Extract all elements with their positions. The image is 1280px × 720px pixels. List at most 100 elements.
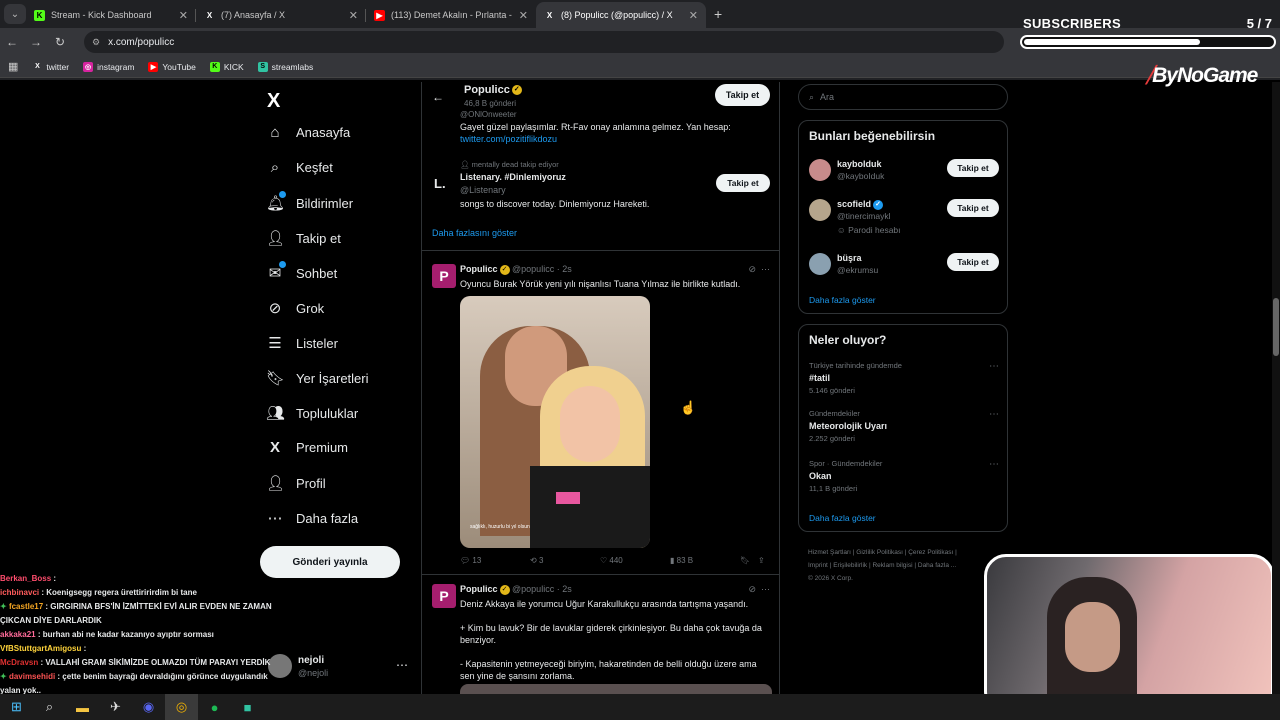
views-icon: ▮ xyxy=(670,556,675,565)
tweet-header: Populicc ✓ @populicc · 2s xyxy=(460,584,572,595)
bio-link[interactable]: twitter.com/pozitiflikdozu xyxy=(460,134,557,144)
close-icon[interactable]: ✕ xyxy=(689,9,698,22)
tab-kick-dashboard[interactable]: K Stream - Kick Dashboard ✕ xyxy=(26,2,196,28)
discord-icon[interactable]: ◉ xyxy=(132,694,165,720)
trend-item[interactable]: Gündemdekiler Meteorolojik Uyarı 2.252 g… xyxy=(809,409,999,443)
footer-link[interactable]: Hizmet Şartları xyxy=(808,549,851,556)
tab-search-icon[interactable]: ⌄ xyxy=(4,4,26,24)
trend-item[interactable]: Türkiye tarihinde gündemde #tatil 5.146 … xyxy=(809,361,999,395)
trend-context: Türkiye tarihinde gündemde xyxy=(809,361,902,370)
communities-icon: 👥︎ xyxy=(266,405,286,422)
new-tab-icon[interactable]: + xyxy=(714,6,722,22)
more-icon[interactable]: ⋯ xyxy=(989,361,999,372)
close-icon[interactable]: ✕ xyxy=(349,9,358,22)
reply-button[interactable]: 💬︎ 13 xyxy=(460,556,530,565)
more-icon[interactable]: ⋯ xyxy=(761,584,770,594)
suggestion-row[interactable]: büşra @ekrumsu Takip et xyxy=(809,253,999,283)
tweet[interactable]: P Populicc ✓ @populicc · 2s ⊘ ⋯ Deniz Akk… xyxy=(422,580,779,694)
author-name[interactable]: Populicc xyxy=(460,584,498,594)
tab-youtube[interactable]: ▶ (113) Demet Akalın - Pırlanta - ✕ xyxy=(366,2,536,28)
close-icon[interactable]: ✕ xyxy=(519,9,528,22)
nav-more[interactable]: ⋯ Daha fazla xyxy=(266,509,359,527)
file-explorer-icon[interactable]: ▬ xyxy=(66,694,99,720)
tweet-menu: ⊘ ⋯ xyxy=(748,264,770,275)
more-icon[interactable]: ⋯ xyxy=(761,264,770,274)
app-icon[interactable]: ✈ xyxy=(99,694,132,720)
bookmark-kick[interactable]: K KICK xyxy=(209,61,244,72)
populicc-avatar[interactable]: P xyxy=(432,584,456,608)
grok-icon[interactable]: ⊘ xyxy=(748,264,756,274)
nav-home[interactable]: ⌂ Anasayfa xyxy=(266,124,350,141)
nav-premium[interactable]: X Premium xyxy=(266,439,348,456)
bookmark-icon[interactable]: 🔖︎ xyxy=(740,556,758,565)
author-name[interactable]: Populicc xyxy=(460,264,498,274)
chrome-icon[interactable]: ◎ xyxy=(165,694,198,720)
forward-icon[interactable]: → xyxy=(24,35,48,49)
spotify-icon[interactable]: ● xyxy=(198,694,231,720)
tab-populicc[interactable]: X (8) Populicc (@populicc) / X ✕ xyxy=(536,2,706,28)
follow-button[interactable]: Takip et xyxy=(715,84,770,106)
show-more-link[interactable]: Daha fazla göster xyxy=(809,295,876,305)
back-arrow-icon[interactable]: ← xyxy=(432,90,444,104)
tab-x-home[interactable]: X (7) Anasayfa / X ✕ xyxy=(196,2,366,28)
footer-link[interactable]: Erişilebilirlik xyxy=(833,562,867,569)
streamlabs-icon[interactable]: ■ xyxy=(231,694,264,720)
suggestion-row[interactable]: scofield ✓ @tinercimaykl ☺ Parodi hesabı … xyxy=(809,199,999,239)
listenary-avatar[interactable]: L. xyxy=(434,176,454,196)
retweet-button[interactable]: ⟲ 3 xyxy=(530,556,600,565)
tweet-media-preview[interactable] xyxy=(460,684,772,694)
nav-communities[interactable]: 👥︎ Topluluklar xyxy=(266,404,358,422)
suggestion-row[interactable]: kaybolduk @kayboIduk Takip et xyxy=(809,159,999,189)
search-input[interactable]: ⌕ Ara xyxy=(798,84,1008,110)
nav-grok[interactable]: ⊘ Grok xyxy=(266,299,324,317)
suggestion-name[interactable]: Listenary. #Dinlemiyoruz xyxy=(460,172,566,182)
nav-follow[interactable]: 👤︎ Takip et xyxy=(266,229,341,247)
apps-icon[interactable]: ▦ xyxy=(8,60,18,73)
nav-notifications[interactable]: 🔔︎ Bildirimler xyxy=(266,191,353,212)
x-logo-icon[interactable]: X xyxy=(267,90,280,113)
more-icon[interactable]: ⋯ xyxy=(396,658,408,672)
footer-link[interactable]: Imprint xyxy=(808,562,828,569)
bookmark-streamlabs[interactable]: Sstreamlabs xyxy=(257,61,313,72)
bookmark-twitter[interactable]: Xtwitter xyxy=(32,62,69,72)
footer-link[interactable]: Gizlilik Politikası xyxy=(856,549,903,556)
account-switcher[interactable]: nejoli @nejoli ⋯ xyxy=(268,652,418,682)
footer-link[interactable]: Reklam bilgisi xyxy=(872,562,912,569)
address-bar[interactable]: ⚙ x.com/populicc xyxy=(84,31,1004,53)
share-icon[interactable]: ⇪ xyxy=(758,556,765,565)
follow-button[interactable]: Takip et xyxy=(947,199,999,217)
tweet-time[interactable]: 2s xyxy=(562,584,572,594)
close-icon[interactable]: ✕ xyxy=(179,9,188,22)
nav-messages[interactable]: ✉ Sohbet xyxy=(266,261,337,282)
page-scrollbar[interactable] xyxy=(1272,82,1280,694)
bookmark-youtube[interactable]: ▶ YouTube xyxy=(148,61,196,72)
like-button[interactable]: ♡ 440 xyxy=(600,556,670,565)
follow-button[interactable]: Takip et xyxy=(947,253,999,271)
show-more-link[interactable]: Daha fazla göster xyxy=(809,513,876,523)
views-button[interactable]: ▮ 83 B xyxy=(670,556,740,565)
populicc-avatar[interactable]: P xyxy=(432,264,456,288)
suggestion-handle: @kayboIduk xyxy=(837,171,885,181)
nav-explore[interactable]: ⌕ Keşfet xyxy=(266,159,333,176)
nav-lists[interactable]: ☰ Listeler xyxy=(266,334,338,352)
tweet-time[interactable]: 2s xyxy=(562,264,572,274)
more-icon[interactable]: ⋯ xyxy=(989,459,999,470)
trend-item[interactable]: Spor · Gündemdekiler Okan 11,1 B gönderi… xyxy=(809,459,999,493)
nav-profile[interactable]: 👤︎ Profil xyxy=(266,474,326,492)
back-icon[interactable]: ← xyxy=(0,35,24,49)
nav-bookmarks[interactable]: 🔖︎ Yer İşaretleri xyxy=(266,369,369,387)
follow-button[interactable]: Takip et xyxy=(947,159,999,177)
footer-link[interactable]: Çerez Politikası xyxy=(908,549,953,556)
footer-link[interactable]: Daha fazla ... xyxy=(918,562,956,569)
bookmark-instagram[interactable]: ◎ instagram xyxy=(83,61,134,72)
follow-button[interactable]: Takip et xyxy=(716,174,770,192)
more-icon[interactable]: ⋯ xyxy=(989,409,999,420)
reload-icon[interactable]: ↻ xyxy=(48,35,72,49)
scrollbar-thumb[interactable] xyxy=(1273,298,1279,356)
show-more-link[interactable]: Daha fazlasını göster xyxy=(432,228,517,238)
grok-icon[interactable]: ⊘ xyxy=(748,584,756,594)
windows-start-icon[interactable]: ⊞ xyxy=(0,694,33,720)
tweet-photo[interactable]: sağlıklı, huzurlu bi yıl olsun xyxy=(460,296,650,548)
search-icon[interactable]: ⌕ xyxy=(33,694,66,720)
site-info-icon[interactable]: ⚙ xyxy=(92,37,100,48)
